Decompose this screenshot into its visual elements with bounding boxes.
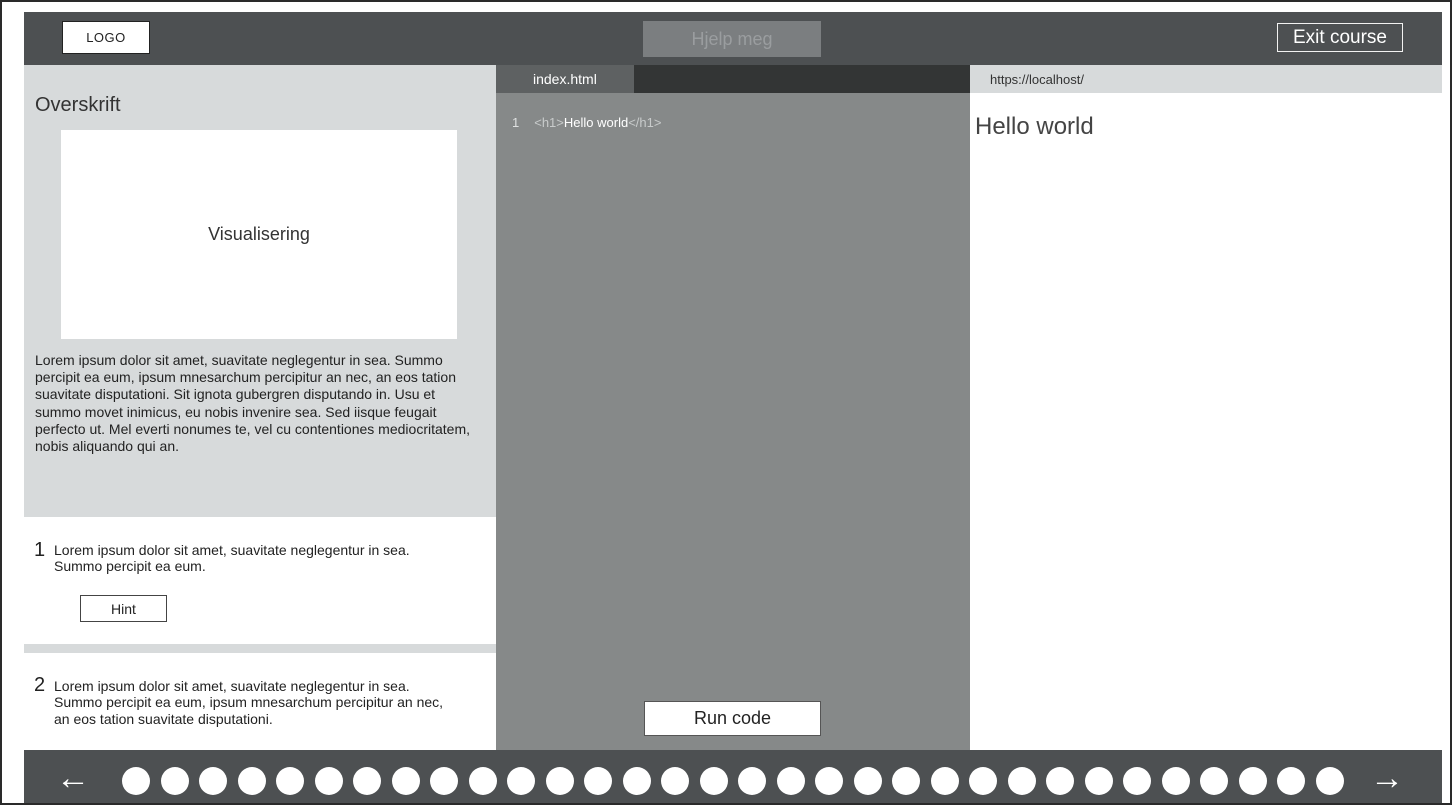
task-text: Lorem ipsum dolor sit amet, suavitate ne…	[54, 678, 444, 727]
step-dot[interactable]	[969, 767, 997, 795]
visualization-label: Visualisering	[208, 224, 310, 244]
step-dot[interactable]	[661, 767, 689, 795]
task-item: 1 Lorem ipsum dolor sit amet, suavitate …	[24, 517, 496, 644]
task-text: Lorem ipsum dolor sit amet, suavitate ne…	[54, 542, 410, 575]
preview-url-bar: https://localhost/	[970, 65, 1442, 93]
top-bar: LOGO Hjelp meg Exit course	[24, 12, 1442, 65]
task-item: 2 Lorem ipsum dolor sit amet, suavitate …	[24, 653, 496, 750]
step-dot[interactable]	[237, 767, 266, 795]
step-dot[interactable]	[1046, 767, 1074, 795]
step-dot[interactable]	[545, 767, 574, 795]
step-dot[interactable]	[353, 767, 381, 795]
step-dot[interactable]	[1123, 767, 1151, 795]
task-number: 1	[34, 539, 46, 561]
preview-heading: Hello world	[975, 113, 1094, 140]
code-editor[interactable]: index.html 1 <h1>Hello world</h1> Run cod…	[496, 65, 970, 750]
lesson-intro: Overskrift Visualisering Lorem ipsum dol…	[24, 65, 496, 517]
lesson-panel: Overskrift Visualisering Lorem ipsum dol…	[24, 65, 496, 750]
step-dot[interactable]	[892, 767, 920, 795]
step-dot[interactable]	[314, 767, 343, 795]
step-dot[interactable]	[1315, 767, 1344, 795]
step-dot[interactable]	[1084, 767, 1113, 795]
editor-tab-bar: index.html	[496, 65, 970, 93]
step-dot[interactable]	[430, 767, 458, 795]
step-dot[interactable]	[1238, 767, 1267, 795]
step-dot[interactable]	[1007, 767, 1036, 795]
code-line[interactable]: 1 <h1>Hello world</h1>	[512, 115, 661, 130]
step-dot[interactable]	[468, 767, 497, 795]
step-dot[interactable]	[122, 767, 150, 795]
step-dots	[122, 767, 1344, 795]
hint-button[interactable]: Hint	[80, 595, 167, 622]
step-dot[interactable]	[815, 767, 843, 795]
preview-pane: https://localhost/ Hello world	[970, 65, 1442, 750]
lesson-intro-text: Lorem ipsum dolor sit amet, suavitate ne…	[35, 352, 470, 455]
step-dot[interactable]	[622, 767, 651, 795]
step-dot[interactable]	[1161, 767, 1190, 795]
step-dot[interactable]	[199, 767, 227, 795]
step-dot[interactable]	[1200, 767, 1228, 795]
help-button[interactable]: Hjelp meg	[643, 21, 821, 57]
arrow-right-icon[interactable]: →	[1370, 758, 1404, 798]
task-divider	[24, 644, 496, 653]
step-dot[interactable]	[276, 767, 304, 795]
step-dot[interactable]	[776, 767, 805, 795]
code-close-tag: </h1>	[628, 115, 662, 130]
step-dot[interactable]	[584, 767, 612, 795]
preview-url: https://localhost/	[990, 71, 1084, 87]
step-dot[interactable]	[1277, 767, 1305, 795]
step-dot[interactable]	[391, 767, 420, 795]
code-open-tag: <h1>	[534, 115, 564, 130]
run-code-button[interactable]: Run code	[644, 701, 821, 736]
progress-bar: ← →	[24, 750, 1442, 803]
task-number: 2	[34, 674, 46, 696]
step-dot[interactable]	[507, 767, 535, 795]
step-dot[interactable]	[699, 767, 728, 795]
step-dot[interactable]	[738, 767, 766, 795]
line-number: 1	[512, 115, 520, 130]
logo: LOGO	[62, 21, 150, 54]
tab-index-html[interactable]: index.html	[496, 65, 634, 93]
lesson-heading: Overskrift	[35, 94, 121, 116]
visualization-placeholder: Visualisering	[61, 130, 457, 339]
arrow-left-icon[interactable]: ←	[56, 758, 90, 798]
course-window: LOGO Hjelp meg Exit course Overskrift Vi…	[0, 0, 1452, 805]
exit-course-button[interactable]: Exit course	[1277, 23, 1403, 52]
step-dot[interactable]	[930, 767, 959, 795]
code-text: Hello world	[563, 115, 629, 130]
step-dot[interactable]	[853, 767, 882, 795]
step-dot[interactable]	[160, 767, 189, 795]
